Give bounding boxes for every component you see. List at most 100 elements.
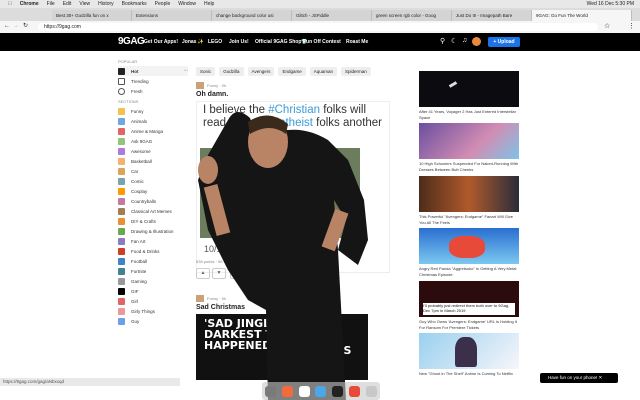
sidebar-item-fresh[interactable]: Fresh xyxy=(118,86,188,96)
sidebar-item-section[interactable]: Drawing & Illustration xyxy=(118,226,188,236)
sidebar-item-hot[interactable]: Hot ⋯ xyxy=(118,66,188,76)
upload-button[interactable]: + Upload xyxy=(488,37,520,47)
sidebar-section-label: Fan Art xyxy=(131,238,146,244)
tab-3[interactable]: Glitch - JSFiddle xyxy=(292,10,372,21)
sidebar-item-section[interactable]: Car xyxy=(118,166,188,176)
right-post-1-caption[interactable]: 10 High Schoolers Suspended For Naked-Ru… xyxy=(419,161,519,172)
avatar[interactable] xyxy=(472,37,481,46)
search-icon[interactable]: ⚲ xyxy=(440,37,445,45)
nav-link-joinus[interactable]: Join Us! xyxy=(229,39,249,45)
trash-icon[interactable] xyxy=(365,385,377,397)
apple-icon[interactable]:  xyxy=(8,1,12,7)
nav-link-roast[interactable]: Roast Me xyxy=(346,39,368,45)
app-name[interactable]: Chrome xyxy=(20,1,39,7)
url-field[interactable]: https://9gag.com xyxy=(38,23,598,31)
site-logo[interactable]: 9GAG xyxy=(118,36,145,47)
chip-sonic[interactable]: Sonic xyxy=(196,67,216,76)
forward-icon[interactable]: → xyxy=(13,23,19,29)
right-post-4-caption[interactable]: Guy Who Owns 'Avengers: Endgame' URL Is … xyxy=(419,319,519,330)
sidebar-item-section[interactable]: Ask 9GAG xyxy=(118,136,188,146)
menu-history[interactable]: History xyxy=(98,1,114,7)
post1-title[interactable]: Oh damn. xyxy=(196,91,228,98)
right-post-0-caption[interactable]: After 41 Years, Voyager 2 Has Just Enter… xyxy=(419,109,519,120)
sidebar-item-section[interactable]: DIY & Crafts xyxy=(118,216,188,226)
sidebar-item-section[interactable]: Food & Drinks xyxy=(118,246,188,256)
sidebar-item-section[interactable]: Awesome xyxy=(118,146,188,156)
terminal-icon[interactable] xyxy=(332,385,344,397)
chip-aquaman[interactable]: Aquaman xyxy=(309,67,337,76)
right-post-1-image[interactable] xyxy=(419,123,519,159)
tab-5[interactable]: Just Do It! - Imagepath Bare xyxy=(452,10,532,21)
right-post-3-caption[interactable]: Angry Red Panda "Aggretsuko" Is Getting … xyxy=(419,266,519,277)
nav-link-contest[interactable]: Fun Off Contest xyxy=(303,39,341,45)
appstore-icon[interactable] xyxy=(315,385,327,397)
bell-icon[interactable]: ♫ xyxy=(462,37,467,44)
sidebar-item-section[interactable]: Girly Things xyxy=(118,306,188,316)
sidebar-item-section[interactable]: Guy xyxy=(118,316,188,326)
sidebar-section-label: Funny xyxy=(131,108,144,114)
right-post-5-caption[interactable]: New "Ghost In The Shell" Anime Is Coming… xyxy=(419,371,519,377)
menu-view[interactable]: View xyxy=(79,1,90,7)
chip-endgame[interactable]: Endgame xyxy=(278,67,306,76)
reload-icon[interactable]: ↻ xyxy=(23,22,28,29)
right-post-2-caption[interactable]: This Powerful "Avengers: Endgame" Fanart… xyxy=(419,214,519,225)
chip-godzilla[interactable]: Godzilla xyxy=(219,67,244,76)
sidebar-item-section[interactable]: Animals xyxy=(118,116,188,126)
menu-window[interactable]: Window xyxy=(178,1,196,7)
right-post-4-image[interactable]: I'll probably just redirect them both ov… xyxy=(419,281,519,317)
launchpad-icon[interactable] xyxy=(281,385,293,397)
more-icon[interactable]: ⋯ xyxy=(184,68,189,74)
sidebar-item-section[interactable]: Fortnite xyxy=(118,266,188,276)
tab-2[interactable]: change background color usi xyxy=(212,10,292,21)
green-screen-person-overlay xyxy=(198,111,368,400)
menu-file[interactable]: File xyxy=(47,1,55,7)
sidebar-item-section[interactable]: Funny xyxy=(118,106,188,116)
menu-help[interactable]: Help xyxy=(204,1,214,7)
sidebar-item-section[interactable]: Football xyxy=(118,256,188,266)
nav-link-shop[interactable]: Official 9GAG Shop👕 xyxy=(255,39,308,45)
right-post-0-image[interactable] xyxy=(419,71,519,107)
sidebar-item-trending[interactable]: Trending xyxy=(118,76,188,86)
nav-link-jonas[interactable]: Jonas ✨ xyxy=(182,39,204,45)
tab-6[interactable]: 9GAG: Go Fun The World xyxy=(532,10,632,21)
sidebar-section-label: Ask 9GAG xyxy=(131,138,153,144)
chrome-icon[interactable] xyxy=(349,385,361,397)
sidebar-item-section[interactable]: Countryballs xyxy=(118,196,188,206)
sidebar-item-section[interactable]: Girl xyxy=(118,296,188,306)
clock[interactable]: Wed 16 Dec 5:30 PM xyxy=(587,1,634,7)
section-icon xyxy=(118,307,125,315)
sidebar-item-section[interactable]: Classical Art Memes xyxy=(118,206,188,216)
tab-1[interactable]: Extensions xyxy=(132,10,212,21)
sidebar-item-section[interactable]: Basketball xyxy=(118,156,188,166)
section-icon xyxy=(118,107,125,115)
right-post-3-image[interactable] xyxy=(419,228,519,264)
right-post-5-image[interactable] xyxy=(419,333,519,369)
promo-bar[interactable]: Have fun on your phone! ✕ xyxy=(540,373,618,383)
chip-avengers[interactable]: Avengers xyxy=(247,67,275,76)
menu-edit[interactable]: Edit xyxy=(63,1,72,7)
sidebar-item-section[interactable]: Cosplay xyxy=(118,186,188,196)
sidebar-item-section[interactable]: Comic xyxy=(118,176,188,186)
post1-section-icon xyxy=(196,82,204,89)
nav-link-apps[interactable]: Get Our Apps! xyxy=(144,39,178,45)
photos-icon[interactable] xyxy=(298,385,310,397)
os-menubar:  Chrome File Edit View History Bookmark… xyxy=(0,0,640,8)
back-icon[interactable]: ← xyxy=(4,23,10,29)
section-icon xyxy=(118,157,125,165)
tab-4[interactable]: green screen rgb color - Goog xyxy=(372,10,452,21)
menu-icon[interactable]: ⋮ xyxy=(628,22,635,30)
section-icon xyxy=(118,117,125,125)
sidebar-item-section[interactable]: Gaming xyxy=(118,276,188,286)
right-post-2-image[interactable] xyxy=(419,176,519,212)
chip-spiderman[interactable]: Spiderman xyxy=(341,67,371,76)
tab-0[interactable]: Best 30+ Godzilla fun on x xyxy=(52,10,132,21)
menu-people[interactable]: People xyxy=(155,1,171,7)
sidebar-item-section[interactable]: GIF xyxy=(118,286,188,296)
menu-bookmarks[interactable]: Bookmarks xyxy=(122,1,147,7)
sidebar-item-section[interactable]: Anime & Manga xyxy=(118,126,188,136)
finder-icon[interactable] xyxy=(264,385,276,397)
sidebar-item-section[interactable]: Fan Art xyxy=(118,236,188,246)
nav-link-lego[interactable]: LEGO xyxy=(208,39,222,45)
star-icon[interactable]: ☆ xyxy=(604,22,610,30)
night-mode-icon[interactable]: ☾ xyxy=(451,37,457,45)
